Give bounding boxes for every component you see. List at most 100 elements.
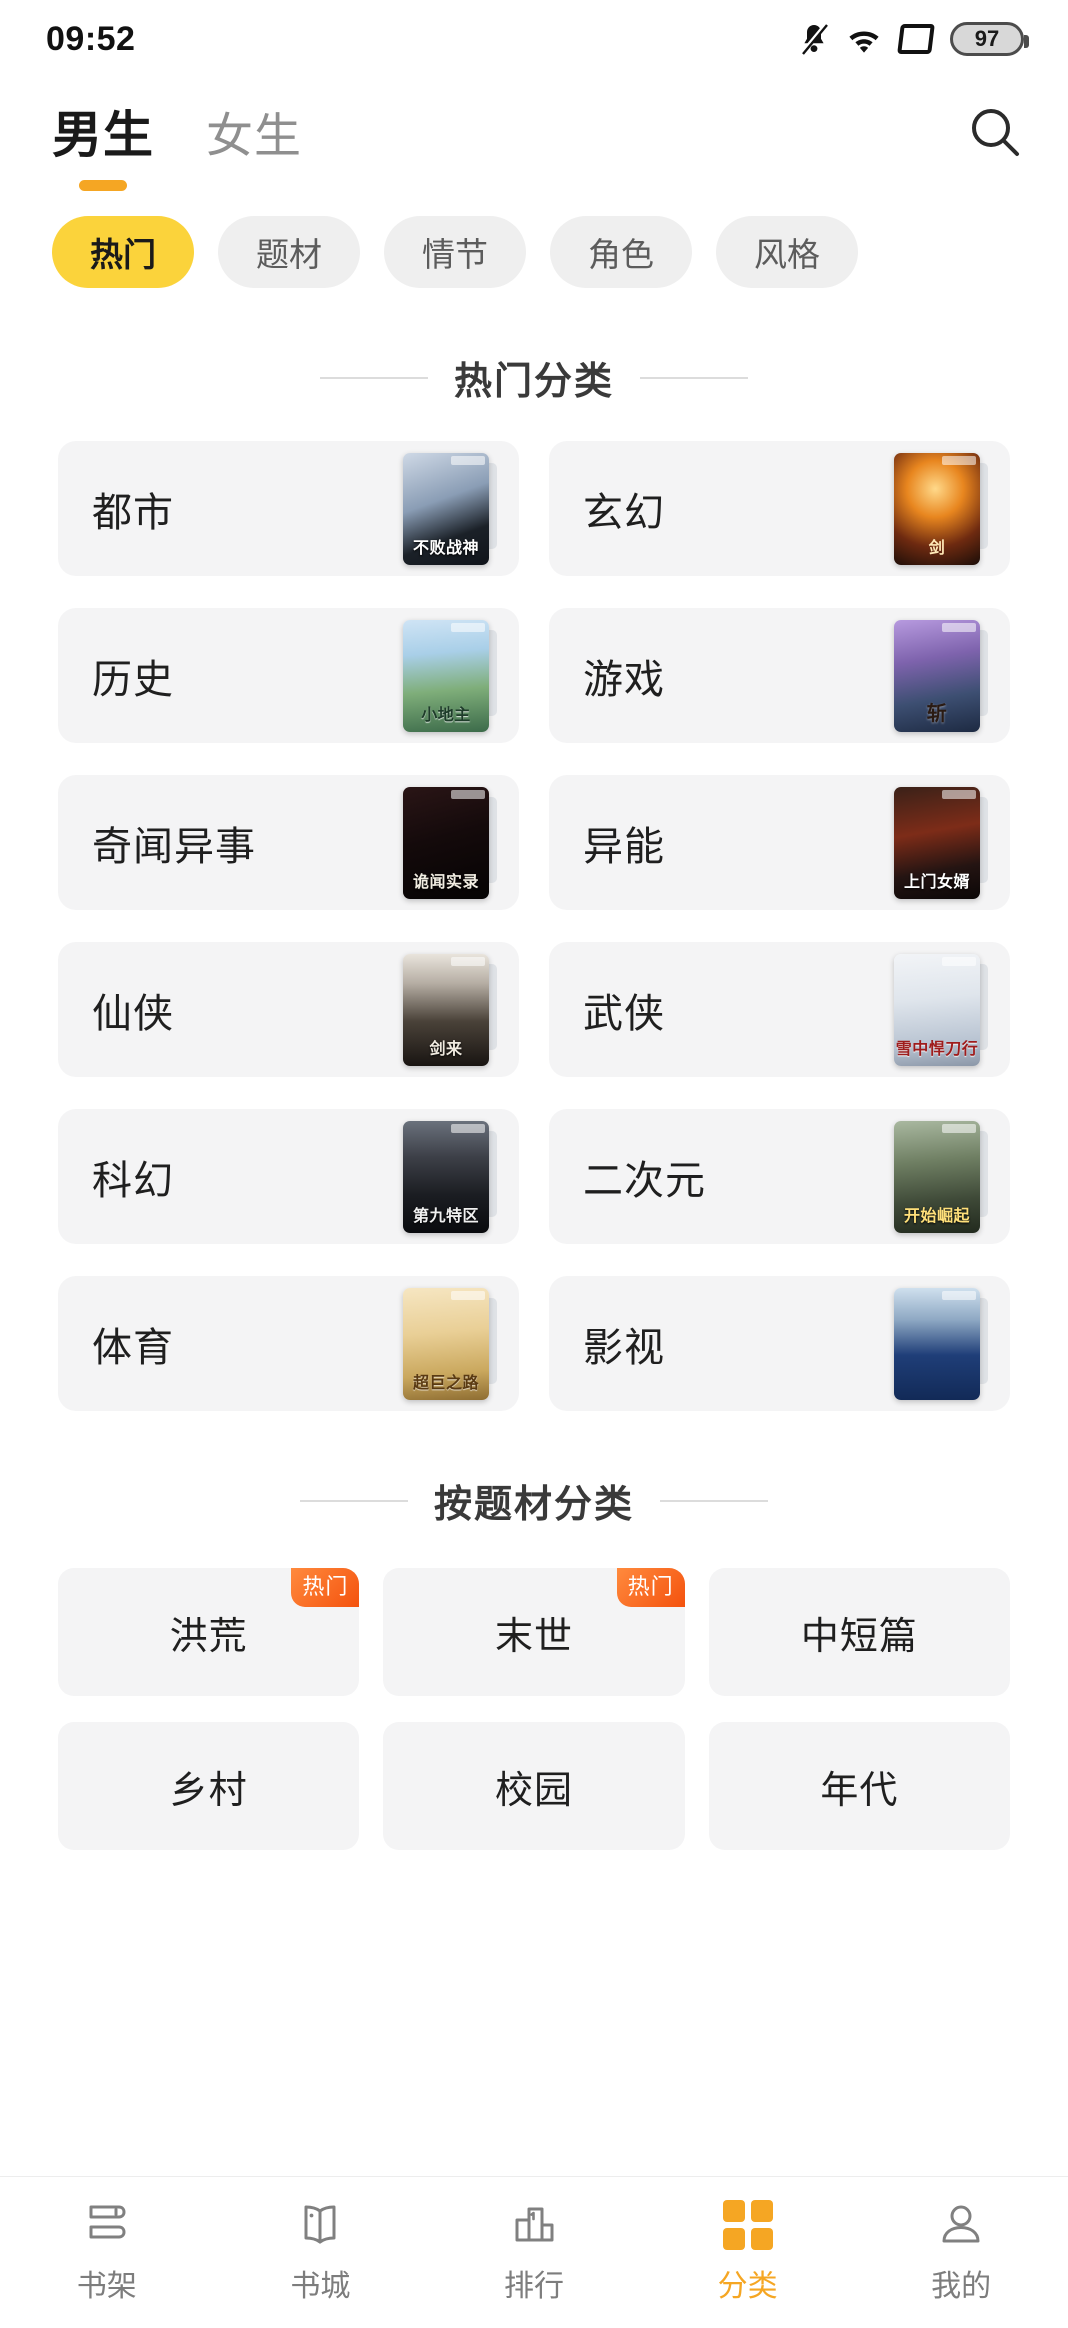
nav-item-mine[interactable]: 我的 [854, 2200, 1068, 2305]
cover-watermark [451, 1123, 485, 1133]
category-card[interactable]: 仙侠 剑来 [58, 942, 519, 1077]
search-button[interactable] [966, 105, 1024, 163]
divider-left [299, 1499, 408, 1502]
category-card[interactable]: 玄幻 剑 [549, 441, 1010, 576]
theme-tag-label: 洪荒 [169, 1615, 248, 1658]
book-cover-thumbnail: 小地主 [381, 619, 497, 732]
category-card[interactable]: 二次元 开始崛起 [549, 1109, 1010, 1244]
book-cover-art: 诡闻实录 [403, 786, 489, 899]
theme-tag-label: 乡村 [169, 1769, 248, 1812]
category-card[interactable]: 异能上门女婿 [549, 775, 1010, 910]
filter-chip-role[interactable]: 角色 [550, 216, 692, 288]
hot-badge: 热门 [616, 1568, 685, 1607]
filter-chip-plot[interactable]: 情节 [384, 216, 526, 288]
category-card[interactable]: 体育 超巨之路 [58, 1276, 519, 1411]
category-card-label: 影视 [583, 1325, 665, 1370]
filter-chip-hot[interactable]: 热门 [52, 216, 194, 288]
nav-label: 书架 [76, 2270, 137, 2303]
book-cover-title: 超巨之路 [412, 1374, 479, 1392]
divider-right [640, 376, 748, 379]
wifi-icon [846, 25, 882, 53]
theme-section-title: 按题材分类 [0, 1473, 1068, 1528]
book-cover-title: 开始崛起 [903, 1207, 970, 1225]
book-cover-thumbnail: 斩 [872, 619, 988, 732]
book-cover-art: 第九特区 [403, 1120, 489, 1233]
category-card-label: 科幻 [92, 1158, 174, 1203]
theme-tag-card[interactable]: 洪荒 热门 [58, 1568, 360, 1696]
cover-watermark [942, 622, 976, 632]
tab-active-underline [79, 180, 127, 191]
filter-chip-label: 角色 [588, 236, 654, 273]
nav-label: 书城 [290, 2270, 351, 2303]
cover-watermark [451, 622, 485, 632]
theme-tag-card[interactable]: 校园 [383, 1722, 685, 1850]
category-card[interactable]: 游戏斩 [549, 608, 1010, 743]
cover-watermark [942, 956, 976, 966]
tab-male-label: 男生 [52, 107, 154, 163]
category-card[interactable]: 都市 不败战神 [58, 441, 519, 576]
cover-watermark [451, 956, 485, 966]
sim-icon [897, 24, 935, 54]
book-cover-thumbnail: 诡闻实录 [381, 786, 497, 899]
book-cover-thumbnail: 不败战神 [381, 452, 497, 565]
filter-chip-label: 题材 [256, 236, 322, 273]
cover-watermark [942, 1123, 976, 1133]
hot-section-title-label: 热门分类 [453, 361, 614, 403]
gender-tabs: 男生 女生 [52, 95, 966, 191]
cover-watermark [942, 789, 976, 799]
grid-icon [722, 2200, 773, 2250]
theme-section-title-label: 按题材分类 [433, 1484, 634, 1526]
theme-tag-card[interactable]: 乡村 [58, 1722, 360, 1850]
book-cover-thumbnail: 第九特区 [381, 1120, 497, 1233]
book-cover-art [894, 1287, 980, 1400]
theme-tag-label: 中短篇 [800, 1615, 918, 1658]
book-cover-title: 不败战神 [412, 539, 479, 557]
battery-level-label: 97 [974, 26, 1000, 51]
tab-female[interactable]: 女生 [206, 97, 302, 172]
category-card-label: 玄幻 [583, 490, 665, 535]
open-book-icon [296, 2200, 344, 2250]
filter-chip-theme[interactable]: 题材 [218, 216, 360, 288]
category-card[interactable]: 科幻第九特区 [58, 1109, 519, 1244]
theme-tag-card[interactable]: 年代 [708, 1722, 1010, 1850]
nav-item-bookshelf[interactable]: 书架 [0, 2200, 214, 2305]
theme-tag-card[interactable]: 末世 热门 [383, 1568, 685, 1696]
book-cover-title: 第九特区 [412, 1207, 479, 1225]
person-icon [937, 2200, 985, 2250]
book-cover-thumbnail: 雪中悍刀行 [872, 953, 988, 1066]
theme-tag-label: 校园 [494, 1769, 573, 1812]
nav-label: 排行 [503, 2270, 564, 2303]
battery-icon: 97 [950, 22, 1029, 56]
book-cover-art: 上门女婿 [894, 786, 980, 899]
nav-item-category[interactable]: 分类 [641, 2200, 855, 2305]
nav-item-bookstore[interactable]: 书城 [214, 2200, 428, 2305]
book-cover-title: 雪中悍刀行 [895, 1040, 979, 1058]
nav-label: 我的 [931, 2270, 992, 2303]
filter-chip-style[interactable]: 风格 [716, 216, 858, 288]
category-card[interactable]: 影视 [549, 1276, 1010, 1411]
status-bar: 09:52 97 [0, 0, 1068, 78]
category-card[interactable]: 奇闻异事 诡闻实录 [58, 775, 519, 910]
nav-item-ranking[interactable]: 排行 [427, 2200, 641, 2305]
page-header: 男生 女生 [0, 78, 1068, 191]
category-card-label: 游戏 [583, 657, 665, 702]
book-cover-art: 不败战神 [403, 452, 489, 565]
divider-right [660, 1499, 768, 1502]
book-cover-thumbnail: 上门女婿 [872, 786, 988, 899]
category-card[interactable]: 武侠雪中悍刀行 [549, 942, 1010, 1077]
category-card[interactable]: 历史 小地主 [58, 608, 519, 743]
book-cover-thumbnail: 剑 [872, 452, 988, 565]
cover-watermark [942, 455, 976, 465]
category-card-label: 武侠 [583, 991, 665, 1036]
book-cover-title: 斩 [926, 702, 948, 725]
book-cover-title: 上门女婿 [903, 873, 970, 891]
bell-muted-icon [799, 23, 829, 55]
category-card-label: 异能 [583, 824, 665, 869]
filter-chip-label: 热门 [90, 236, 156, 273]
book-cover-title [894, 1393, 980, 1400]
bookshelf-icon [83, 2200, 131, 2250]
tab-male[interactable]: 男生 [52, 95, 154, 191]
bottom-navigation: 书架 书城 排行 分类 我的 [0, 2176, 1068, 2328]
theme-tag-card[interactable]: 中短篇 [708, 1568, 1010, 1696]
cover-watermark [942, 1290, 976, 1300]
